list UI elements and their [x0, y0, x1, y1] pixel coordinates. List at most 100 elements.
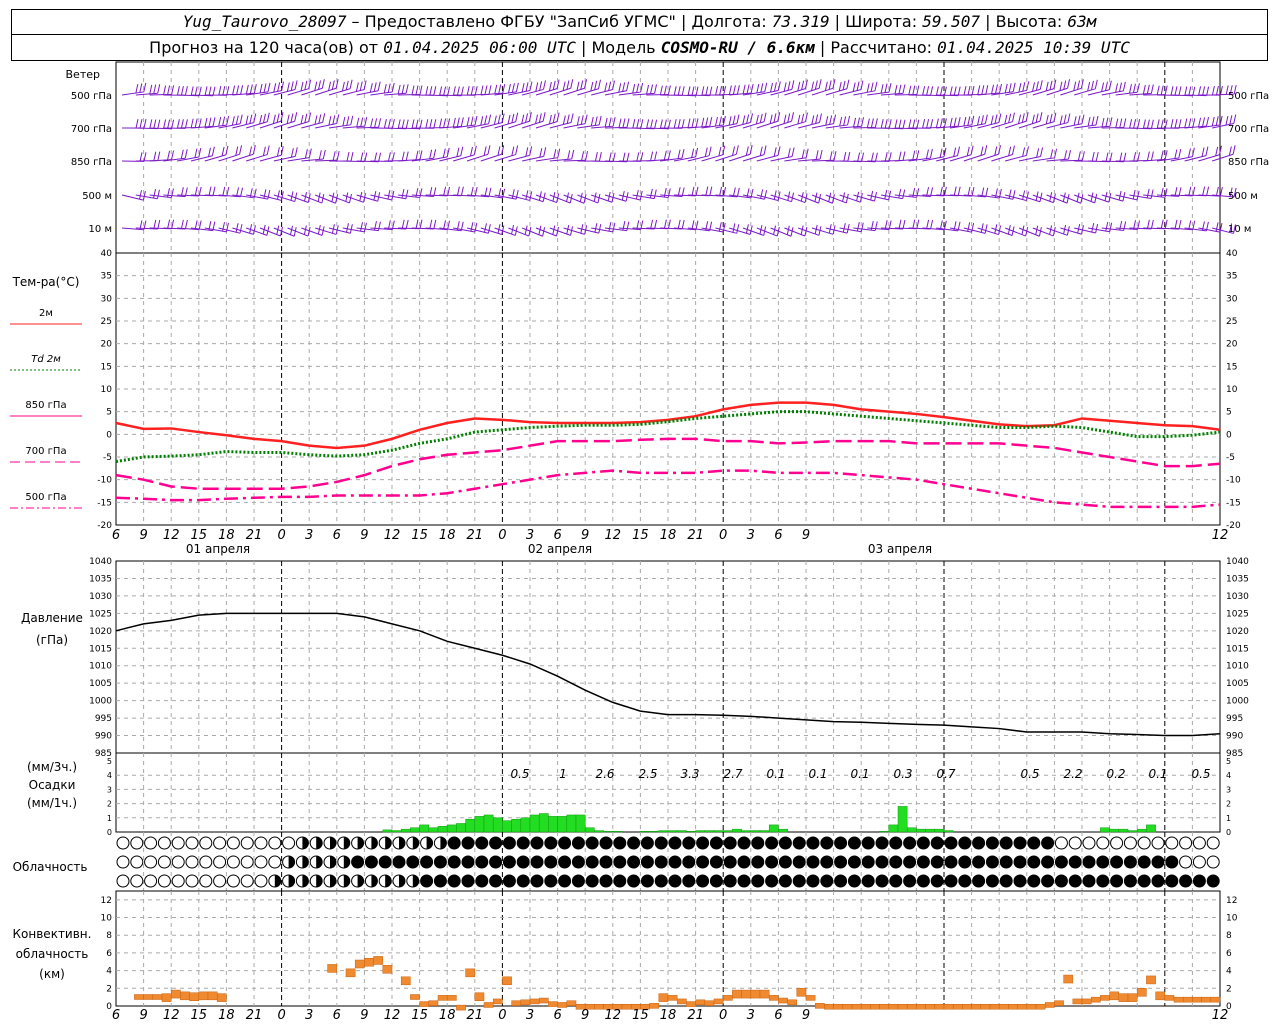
cloud-cover-symbol — [406, 855, 420, 869]
wind-barb-feather — [1087, 81, 1091, 92]
convective-bar — [686, 1001, 696, 1007]
wind-barb-feather — [180, 86, 184, 96]
temp-grid — [116, 253, 1220, 525]
y-tick-label-right: 20 — [1226, 340, 1238, 350]
wind-barb-feather — [646, 84, 650, 95]
time-tick-label: 0 — [277, 1008, 285, 1023]
wind-barb-feather — [673, 86, 677, 96]
precip-total-label: 0.5 — [1191, 767, 1210, 781]
wind-barb-feather — [732, 115, 736, 125]
cloud-cover-symbol — [1110, 855, 1124, 869]
wind-barb-feather — [383, 119, 387, 129]
wind-barb-feather — [654, 219, 658, 230]
wind-barb-feather — [708, 146, 712, 156]
wind-barb-feather — [511, 83, 515, 93]
cloud-cover-symbol — [502, 836, 516, 850]
precip-bar — [732, 828, 742, 833]
time-tick-label: 3 — [747, 528, 755, 543]
wind-barb-feather — [1150, 84, 1154, 94]
cloud-cover-symbol — [558, 855, 572, 869]
wind-barb-feather — [791, 147, 795, 157]
cloud-cover-symbol — [1013, 874, 1027, 888]
wind-barb-feather — [286, 114, 290, 124]
time-tick-label: 0 — [498, 1008, 506, 1023]
wind-barb-feather — [194, 118, 198, 128]
cloud-cover-symbol — [640, 836, 654, 850]
cloud-cover-symbol — [571, 855, 585, 869]
wind-barb-feather — [1091, 116, 1095, 126]
time-tick-label: 12 — [1212, 528, 1229, 543]
wind-level-700hpa: 700 гПа — [71, 124, 112, 135]
wind-barb-feather — [171, 219, 175, 229]
wind-barb-feather — [787, 113, 791, 123]
wind-barb-feather — [470, 86, 474, 96]
wind-barb-feather — [728, 85, 732, 95]
wind-barb-feather — [926, 219, 930, 229]
y-tick-label-right: 30 — [1226, 294, 1238, 304]
legend-label: 2м — [39, 308, 53, 319]
precip-bar — [1136, 828, 1147, 833]
wind-barb-feather — [249, 146, 253, 156]
cloud-cover-symbol — [847, 855, 861, 869]
wind-barb-feather — [483, 146, 487, 156]
convective-bar — [888, 1003, 899, 1010]
wind-barb-feather — [709, 117, 713, 127]
wind-barb-feather — [1188, 118, 1192, 128]
wind-barb-feather — [1164, 85, 1168, 95]
wind-title: Ветер — [66, 68, 100, 81]
wind-barb-feather — [294, 192, 298, 202]
wind-barb-feather — [562, 81, 566, 91]
wind-barb-feather — [204, 117, 208, 128]
cloud-cover-symbol — [1013, 836, 1027, 850]
wind-barb-feather — [1164, 219, 1168, 229]
wind-barb-feather — [194, 186, 198, 196]
wind-barb-feather — [916, 219, 920, 229]
wind-barb-feather — [1146, 84, 1150, 94]
time-tick-label: 6 — [333, 1008, 341, 1023]
precip-bar — [566, 814, 577, 833]
convective-bar — [906, 1003, 917, 1010]
cloud-half-fill — [440, 837, 447, 849]
wind-barb-feather — [236, 85, 240, 95]
cloud-cover-symbol — [268, 836, 282, 850]
wind-barb-feather — [1132, 83, 1136, 93]
cloud-half-fill — [371, 837, 378, 849]
precip-unit-1h: (мм/1ч.) — [27, 796, 77, 810]
wind-barb-feather — [718, 116, 722, 126]
wind-barb-feather — [608, 117, 612, 127]
precip-total-label: 2.7 — [723, 767, 742, 781]
wind-barb-feather — [828, 80, 832, 90]
wind-barb-feather — [576, 81, 580, 91]
cloud-cover-symbol — [847, 874, 861, 888]
wind-barb-feather — [153, 219, 157, 229]
wind-barb-feather — [190, 86, 194, 96]
wind-barb-feather — [374, 118, 378, 128]
wind-barb-feather — [650, 219, 654, 229]
y-tick-label-right: 5 — [1226, 757, 1231, 766]
wind-barb-feather — [791, 112, 795, 122]
convective-bar — [1100, 995, 1110, 1001]
wind-barb-feather — [552, 80, 556, 90]
wind-barb-feather — [1049, 80, 1053, 90]
wind-barb-feather — [626, 81, 630, 91]
wind-barb-feather — [231, 116, 235, 126]
wind-barb-feather — [443, 86, 447, 96]
cloud-cover-symbol — [1068, 855, 1082, 869]
wind-barb-feather — [1132, 189, 1136, 200]
wind-barb-feather — [415, 219, 419, 229]
wind-barb-feather — [594, 223, 598, 233]
cloud-cover-symbol — [157, 855, 171, 869]
convective-bar — [1210, 996, 1221, 1003]
wind-barb-feather — [470, 116, 474, 126]
conv-title-3: (км) — [39, 967, 65, 981]
time-tick-label: 0 — [498, 528, 506, 543]
wind-barb-feather — [487, 145, 491, 155]
wind-barb-feather — [364, 152, 368, 162]
wind-barb-feather — [815, 150, 819, 160]
wind-barb-feather — [507, 114, 511, 125]
wind-barb-feather — [898, 119, 902, 129]
wind-barb-feather — [211, 146, 215, 156]
convective-bar — [557, 1002, 568, 1008]
wind-barb-feather — [626, 152, 630, 162]
wind-barb-feather — [576, 116, 580, 126]
